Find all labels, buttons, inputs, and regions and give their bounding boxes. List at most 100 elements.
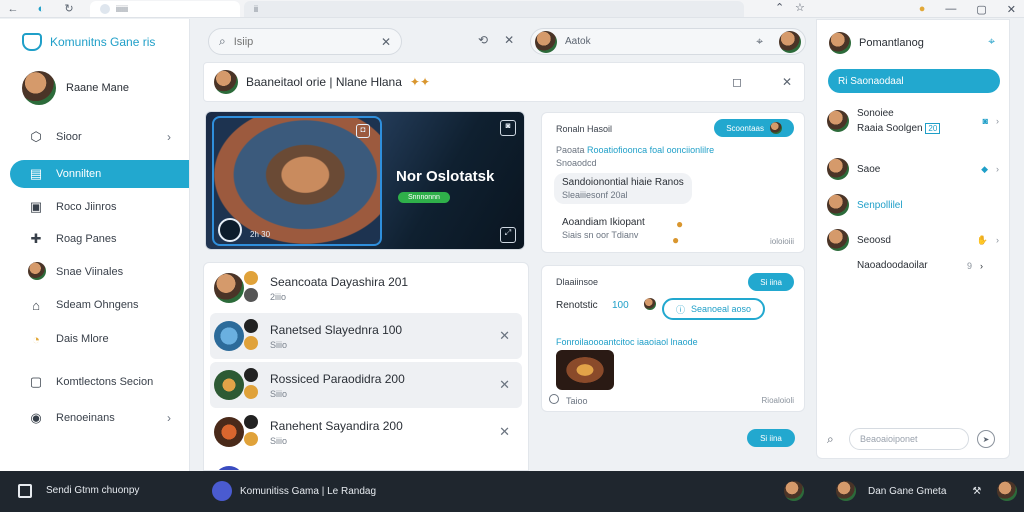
- pin-icon[interactable]: ⌖: [756, 34, 763, 49]
- refresh-icon[interactable]: ⟲: [478, 33, 488, 47]
- taskbar-app[interactable]: Komunitiss Gama | Le Randag: [212, 481, 376, 501]
- brand[interactable]: Komunitns Gane ris: [22, 33, 155, 51]
- pin-icon[interactable]: ◙: [500, 120, 516, 136]
- message-sender: Dlaaiinsoe: [556, 277, 599, 287]
- banner-pill[interactable]: Snnnonnn: [398, 192, 450, 203]
- radio-icon[interactable]: [549, 394, 559, 404]
- fullscreen-icon[interactable]: ⤢: [500, 227, 516, 243]
- list-item[interactable]: Rossiced Paraodidra 200 Siiio ✕: [210, 362, 522, 408]
- start-icon[interactable]: [18, 484, 32, 498]
- left-sidebar: Komunitns Gane ris Raane Mane ⬡ Sioor › …: [0, 19, 190, 471]
- attachment-thumbnail[interactable]: [556, 350, 614, 390]
- chip-button-label: Seanoeal aoso: [691, 304, 752, 314]
- panel-header[interactable]: Pomantlanog: [829, 32, 924, 54]
- floating-action-button[interactable]: Si iina: [747, 429, 795, 447]
- chat-search[interactable]: Aatok ⌖: [530, 28, 806, 55]
- grid-icon: ▢: [29, 374, 43, 389]
- message-action-button[interactable]: Si iina: [748, 273, 794, 291]
- avatar: [827, 229, 849, 251]
- diamond-icon[interactable]: ◆: [981, 164, 988, 175]
- sidebar-item-dais[interactable]: ◔ Dais Mlore: [10, 325, 189, 353]
- toolbar-icons: ⟲ ✕: [478, 33, 514, 47]
- compose-input[interactable]: Beaoaioiponet: [849, 428, 969, 450]
- user-profile[interactable]: Raane Mane: [22, 71, 129, 105]
- sidebar-item-renoeinans[interactable]: ◉ Renoeinans ›: [10, 404, 189, 432]
- bookmark-star-icon[interactable]: ☆: [795, 1, 805, 14]
- avatar-group: [214, 415, 262, 449]
- profile-icon[interactable]: ●: [919, 3, 926, 15]
- clear-search-icon[interactable]: ✕: [381, 35, 391, 49]
- game-banner[interactable]: ◘ 2h 30 Nor Oslotatsk Snnnonnn ◙ ⤢: [205, 111, 525, 250]
- back-icon[interactable]: ←: [6, 3, 20, 15]
- expand-icon[interactable]: ◻: [732, 75, 742, 89]
- message-link[interactable]: Fonroilaoooantcitoc iaaoiaol lnaode: [556, 337, 698, 347]
- chevron-right-icon[interactable]: ›: [980, 261, 983, 271]
- sidebar-item-sdeam[interactable]: ⌂ Sdeam Ohngens: [10, 291, 189, 319]
- panel-item-title: Naoadoodaoilar: [857, 260, 928, 271]
- close-icon[interactable]: ✕: [504, 33, 514, 47]
- pie-icon: ◔: [32, 331, 40, 347]
- list-item[interactable]: Ranetsed Slayednra 100 Siiio ✕: [210, 313, 522, 359]
- list-item-title: Ranehent Sayandira 200: [270, 418, 403, 433]
- hand-icon[interactable]: ✋: [977, 235, 988, 246]
- send-icon[interactable]: ➤: [977, 430, 995, 448]
- chat-bubble: Aoandiam Ikiopant Siais sn oor Tdianv: [554, 213, 653, 244]
- close-icon[interactable]: ✕: [499, 377, 510, 393]
- chip-button[interactable]: ⓘ Seanoeal aoso: [662, 298, 766, 320]
- restore-icon[interactable]: ▢: [976, 3, 986, 16]
- taskbar-app-label: Komunitiss Gama | Le Randag: [240, 485, 377, 497]
- message-link[interactable]: Paoata Rooatiofioonca foal oonciionlilre: [556, 145, 714, 155]
- search-icon[interactable]: ⌕: [827, 432, 841, 447]
- tray-user-name: Dan Gane Gmeta: [868, 485, 947, 497]
- chat-icon[interactable]: ◙: [983, 116, 988, 126]
- avatar[interactable]: [784, 481, 804, 501]
- search-input[interactable]: [233, 35, 354, 48]
- bubble-subtext: Siais sn oor Tdianv: [562, 230, 639, 240]
- panel-item[interactable]: Seoosd ✋ ›: [827, 229, 999, 251]
- tab-active[interactable]: iiiiii: [90, 0, 240, 17]
- chevron-down-icon[interactable]: ›: [996, 235, 999, 245]
- close-icon[interactable]: ✕: [782, 75, 792, 89]
- reaction-icon[interactable]: ●: [672, 233, 679, 247]
- pin-icon[interactable]: ⌖: [988, 34, 995, 49]
- list-item[interactable]: Seancoata Dayashira 201 2iiio: [210, 265, 522, 311]
- list-item[interactable]: [210, 458, 522, 470]
- avatar: [214, 417, 244, 447]
- panel-active-item[interactable]: Ri Saonaodaal: [828, 69, 1000, 93]
- avatar[interactable]: [836, 481, 856, 501]
- minimize-icon[interactable]: —: [945, 3, 956, 15]
- extension-icon[interactable]: ⌃: [775, 1, 784, 14]
- sidebar-item-komtlectons[interactable]: ▢ Komtlectons Secion: [10, 368, 189, 396]
- close-icon[interactable]: ✕: [499, 424, 510, 440]
- panel-item[interactable]: Sonoiee Raaia Soolgen 20 ◙ ›: [827, 108, 999, 134]
- avatar: [827, 194, 849, 216]
- sidebar-item-label: Dais Mlore: [56, 333, 109, 345]
- panel-item-meta: 9: [966, 260, 972, 271]
- panel-item[interactable]: Senpollilel: [827, 194, 999, 216]
- chevron-down-icon[interactable]: ›: [996, 116, 999, 126]
- avatar[interactable]: [997, 481, 1018, 501]
- sidebar-item-sioor[interactable]: ⬡ Sioor ›: [10, 123, 189, 151]
- avatar: [244, 368, 258, 382]
- settings-icon[interactable]: ⚒: [972, 486, 981, 497]
- message-footer: Taioo: [566, 396, 588, 406]
- header-actions: ◻ ✕: [732, 75, 792, 89]
- sidebar-item-snae[interactable]: Snae Viinales: [10, 258, 189, 286]
- list-item[interactable]: Ranehent Sayandira 200 Siiio ✕: [210, 409, 522, 455]
- panel-item[interactable]: Saoe ◆ ›: [827, 158, 999, 180]
- chevron-down-icon[interactable]: ›: [996, 164, 999, 174]
- sidebar-item-roag[interactable]: ✚ Roag Panes: [10, 225, 189, 253]
- close-icon[interactable]: ✕: [499, 328, 510, 344]
- right-panel: Pomantlanog ⌖ Ri Saonaodaal Sonoiee Raai…: [816, 19, 1010, 459]
- sidebar-item-roco[interactable]: ▣ Roco Jiinros: [10, 193, 189, 221]
- sidebar-item-vonnilten[interactable]: ▤ Vonnilten: [10, 160, 189, 188]
- panel-item[interactable]: Naoadoodaoilar 9 ›: [857, 260, 983, 271]
- avatar[interactable]: [779, 30, 801, 53]
- message-time: Rioaloioli: [761, 396, 794, 405]
- address-bar[interactable]: ii: [244, 0, 744, 17]
- message-action-button[interactable]: Scoontaas: [714, 119, 794, 137]
- reaction-icon[interactable]: ●: [676, 217, 683, 231]
- reload-icon[interactable]: ↻: [62, 2, 76, 15]
- avatar: [244, 336, 258, 350]
- close-window-icon[interactable]: ✕: [1007, 3, 1016, 16]
